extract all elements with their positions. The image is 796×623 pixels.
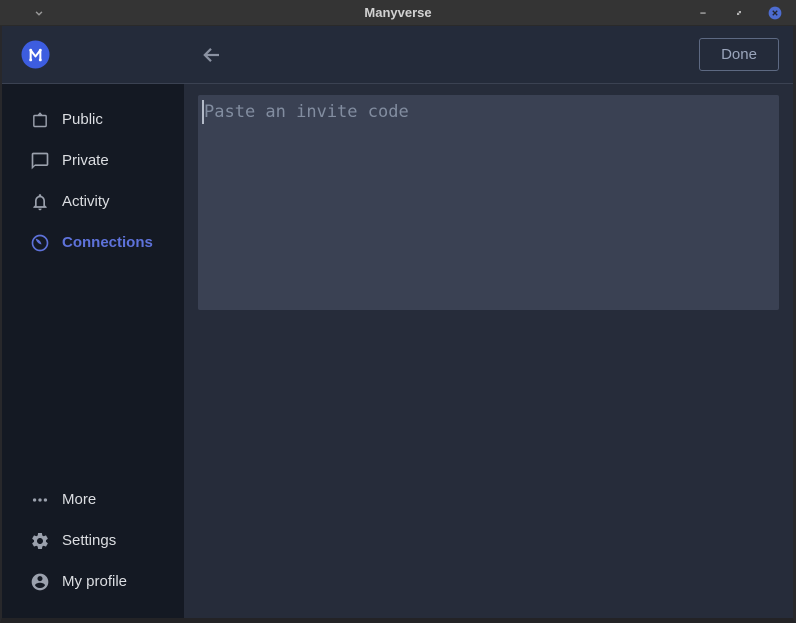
back-arrow-icon[interactable] (198, 42, 224, 68)
restore-icon[interactable] (728, 2, 750, 24)
invite-code-area (198, 95, 779, 310)
sidebar-item-label: More (62, 491, 96, 508)
sidebar-item-private[interactable]: Private (2, 140, 184, 181)
message-bubble-icon (30, 151, 50, 171)
app-frame: Done Public (0, 26, 796, 623)
gear-icon (30, 531, 50, 551)
window-title: Manyverse (0, 5, 796, 20)
manyverse-window: Manyverse (0, 0, 796, 623)
minimize-icon[interactable] (692, 2, 714, 24)
done-button[interactable]: Done (699, 38, 779, 71)
sidebar-item-label: Connections (62, 234, 153, 251)
bell-icon (30, 192, 50, 212)
sidebar-item-label: Settings (62, 532, 116, 549)
app-header: Done (2, 26, 793, 84)
sidebar-item-public[interactable]: Public (2, 99, 184, 140)
close-icon[interactable] (764, 2, 786, 24)
sidebar-item-connections[interactable]: Connections (2, 222, 184, 263)
sidebar-item-my-profile[interactable]: My profile (2, 561, 184, 602)
ellipsis-icon (30, 490, 50, 510)
app-body: Public Private Act (2, 84, 793, 618)
connections-dial-icon (30, 233, 50, 253)
sidebar-item-label: Activity (62, 193, 110, 210)
titlebar-menu-chevron-icon[interactable] (30, 4, 48, 22)
sidebar-bottom-group: More Settings (2, 479, 184, 602)
person-circle-icon (30, 572, 50, 592)
sidebar-item-label: Private (62, 152, 109, 169)
main-content (184, 84, 793, 618)
window-controls (692, 2, 786, 24)
sidebar-item-label: My profile (62, 573, 127, 590)
sidebar-item-more[interactable]: More (2, 479, 184, 520)
invite-code-input[interactable] (198, 95, 779, 310)
titlebar: Manyverse (0, 0, 796, 26)
manyverse-logo-icon (21, 40, 50, 69)
sidebar-item-label: Public (62, 111, 103, 128)
sidebar-item-activity[interactable]: Activity (2, 181, 184, 222)
sidebar-item-settings[interactable]: Settings (2, 520, 184, 561)
sidebar: Public Private Act (2, 84, 184, 618)
bulletin-board-icon (30, 110, 50, 130)
